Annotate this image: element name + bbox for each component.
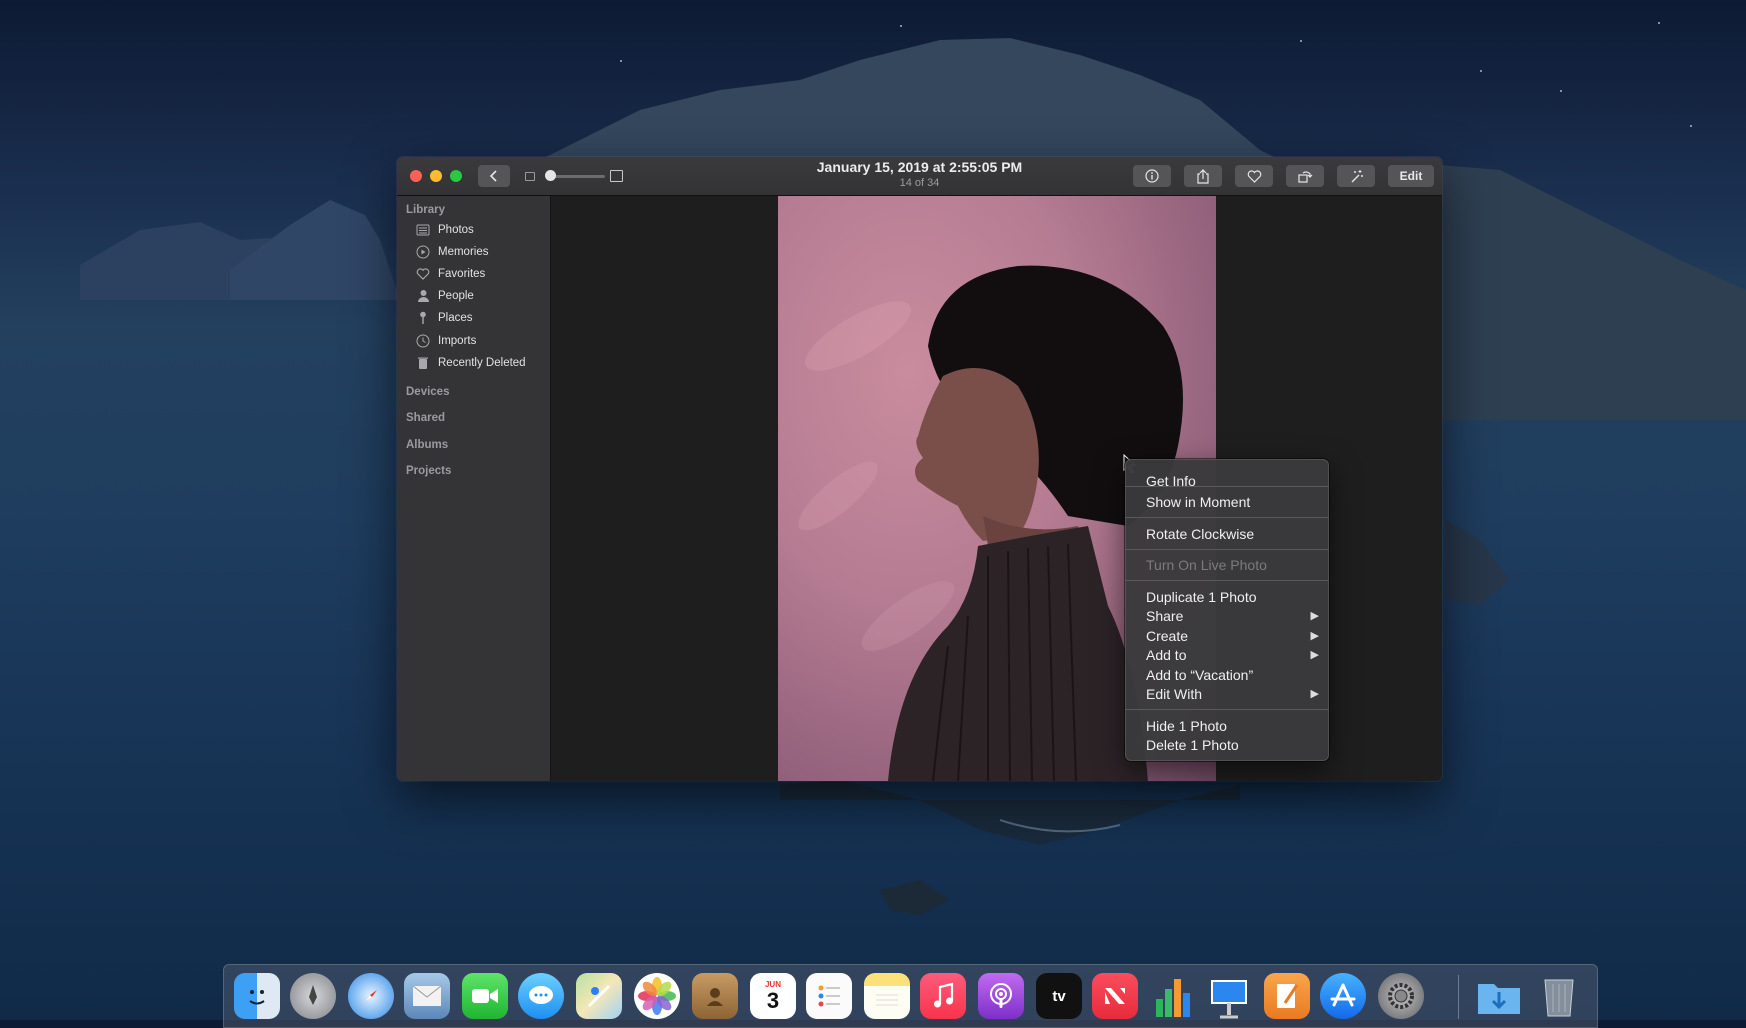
numbers-icon[interactable] — [1150, 973, 1196, 1019]
rotate-icon — [1298, 171, 1313, 183]
menu-separator — [1125, 549, 1329, 550]
music-icon[interactable] — [920, 973, 966, 1019]
trash-icon[interactable] — [1536, 973, 1582, 1019]
safari-icon[interactable] — [348, 973, 394, 1019]
menu-item-duplicate[interactable]: Duplicate 1 Photo — [1146, 587, 1319, 606]
title-bar: January 15, 2019 at 2:55:05 PM 14 of 34 … — [397, 157, 1442, 196]
share-button[interactable] — [1184, 165, 1222, 187]
menu-item-add-to[interactable]: Add to ▶ — [1146, 645, 1319, 664]
maps-icon[interactable] — [576, 973, 622, 1019]
app-store-icon[interactable] — [1320, 973, 1366, 1019]
menu-separator — [1125, 517, 1329, 518]
menu-item-get-info[interactable]: Get Info — [1146, 471, 1319, 490]
launchpad-icon[interactable] — [290, 973, 336, 1019]
facetime-icon[interactable] — [462, 973, 508, 1019]
sidebar-section-shared[interactable]: Shared — [406, 412, 445, 424]
rotate-button[interactable] — [1286, 165, 1324, 187]
news-icon[interactable] — [1092, 973, 1138, 1019]
sidebar: Library Photos Memories Favorites People… — [397, 196, 551, 781]
person-icon — [415, 288, 431, 304]
photos-icon — [415, 222, 431, 238]
menu-item-label: Show in Moment — [1146, 493, 1251, 510]
magic-wand-icon — [1351, 169, 1363, 182]
menu-item-label: Hide 1 Photo — [1146, 717, 1227, 734]
menu-item-label: Create — [1146, 627, 1189, 644]
sidebar-item-label: Photos — [438, 224, 474, 236]
sidebar-item-label: People — [438, 290, 474, 302]
menu-separator — [1125, 486, 1329, 487]
sidebar-item-label: Recently Deleted — [438, 357, 526, 369]
sidebar-item-people[interactable]: People — [415, 286, 474, 306]
sidebar-section-projects[interactable]: Projects — [406, 465, 451, 477]
reminders-icon[interactable] — [806, 973, 852, 1019]
tv-label: tv — [1052, 987, 1066, 1005]
menu-item-delete[interactable]: Delete 1 Photo — [1146, 735, 1319, 754]
clock-icon — [415, 333, 431, 349]
menu-item-add-to-vacation[interactable]: Add to “Vacation” — [1146, 665, 1319, 684]
contacts-icon[interactable] — [692, 973, 738, 1019]
menu-item-turn-on-live-photo: Turn On Live Photo — [1146, 555, 1319, 574]
menu-item-label: Add to “Vacation” — [1146, 666, 1254, 683]
calendar-day: 3 — [766, 987, 780, 1013]
trash-icon — [415, 355, 431, 371]
edit-button[interactable]: Edit — [1388, 165, 1434, 187]
submenu-arrow-icon: ▶ — [1310, 649, 1319, 661]
sidebar-item-photos[interactable]: Photos — [415, 220, 474, 240]
mail-icon[interactable] — [404, 973, 450, 1019]
sidebar-item-recently-deleted[interactable]: Recently Deleted — [415, 353, 526, 373]
menu-item-label: Edit With — [1146, 685, 1203, 702]
menu-separator — [1125, 580, 1329, 581]
system-preferences-icon[interactable] — [1378, 973, 1424, 1019]
menu-item-share[interactable]: Share ▶ — [1146, 606, 1319, 625]
menu-item-hide[interactable]: Hide 1 Photo — [1146, 716, 1319, 735]
dock-separator — [1458, 975, 1459, 1019]
sidebar-item-label: Favorites — [438, 268, 486, 280]
info-button[interactable] — [1133, 165, 1171, 187]
pages-icon[interactable] — [1264, 973, 1310, 1019]
finder-icon[interactable] — [234, 973, 280, 1019]
sidebar-item-label: Memories — [438, 246, 489, 258]
keynote-icon[interactable] — [1206, 973, 1252, 1019]
sidebar-item-memories[interactable]: Memories — [415, 242, 488, 262]
menu-item-label: Share — [1146, 607, 1184, 624]
enhance-button[interactable] — [1337, 165, 1375, 187]
submenu-arrow-icon: ▶ — [1310, 610, 1319, 622]
sidebar-item-favorites[interactable]: Favorites — [415, 264, 485, 284]
memories-icon — [415, 244, 431, 260]
favorite-button[interactable] — [1235, 165, 1273, 187]
context-menu: Get Info Show in Moment Rotate Clockwise… — [1125, 459, 1329, 761]
menu-item-rotate-clockwise[interactable]: Rotate Clockwise — [1146, 524, 1319, 543]
dock: JUN 3 tv — [223, 964, 1598, 1028]
sidebar-item-imports[interactable]: Imports — [415, 331, 476, 351]
downloads-folder-icon[interactable] — [1476, 973, 1522, 1019]
sidebar-section-devices[interactable]: Devices — [406, 386, 449, 398]
submenu-arrow-icon: ▶ — [1310, 630, 1319, 642]
menu-item-edit-with[interactable]: Edit With ▶ — [1146, 684, 1319, 703]
tv-icon[interactable]: tv — [1036, 973, 1082, 1019]
share-icon — [1197, 168, 1209, 184]
submenu-arrow-icon: ▶ — [1310, 688, 1319, 700]
sidebar-item-label: Imports — [438, 335, 477, 347]
menu-item-label: Delete 1 Photo — [1146, 736, 1239, 753]
menu-item-label: Duplicate 1 Photo — [1146, 588, 1257, 605]
sidebar-item-places[interactable]: Places — [415, 308, 473, 328]
heart-icon — [415, 266, 431, 282]
sidebar-item-label: Places — [438, 312, 473, 324]
heart-icon — [1247, 169, 1261, 183]
photos-icon[interactable] — [634, 973, 680, 1019]
notes-icon[interactable] — [864, 973, 910, 1019]
calendar-icon[interactable]: JUN 3 — [750, 973, 796, 1019]
menu-item-label: Add to — [1146, 646, 1187, 663]
sidebar-section-albums[interactable]: Albums — [406, 439, 448, 451]
menu-item-label: Rotate Clockwise — [1146, 525, 1255, 542]
podcasts-icon[interactable] — [978, 973, 1024, 1019]
menu-item-show-in-moment[interactable]: Show in Moment — [1146, 492, 1319, 511]
sidebar-header-library: Library — [406, 204, 445, 216]
menu-item-label: Turn On Live Photo — [1146, 556, 1267, 573]
pin-icon — [415, 310, 431, 326]
messages-icon[interactable] — [518, 973, 564, 1019]
menu-separator — [1125, 709, 1329, 710]
info-icon — [1145, 169, 1159, 183]
menu-item-create[interactable]: Create ▶ — [1146, 626, 1319, 645]
